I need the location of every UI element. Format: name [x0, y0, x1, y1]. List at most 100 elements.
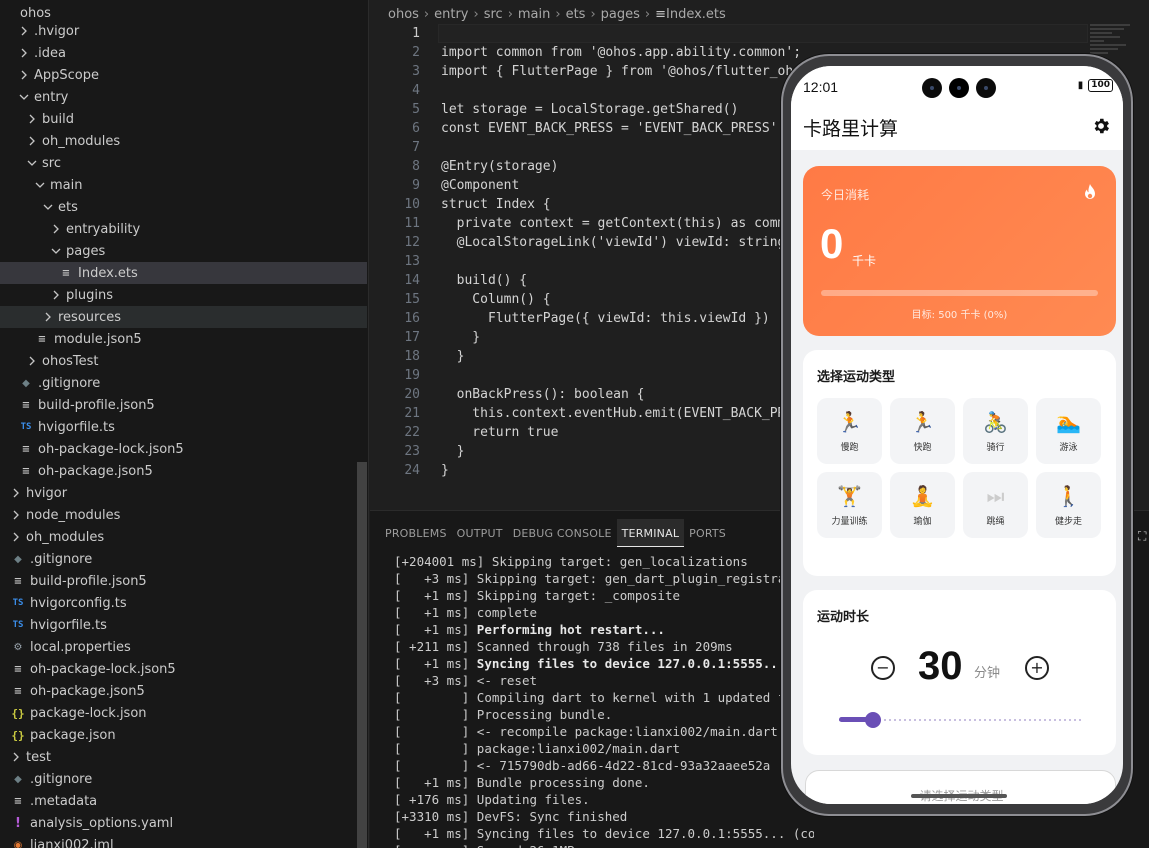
terminal-output[interactable]: [+204001 ms] Skipping target: gen_locali…	[394, 553, 814, 848]
explorer-item[interactable]: ≡ oh-package-lock.json5	[0, 438, 367, 460]
explorer-item[interactable]: oh_modules	[0, 526, 367, 548]
slider-thumb[interactable]	[864, 712, 881, 728]
line-number: 14	[404, 273, 420, 288]
exercise-type-tile[interactable]: ⏭ 跳绳	[963, 472, 1028, 538]
increase-duration-button[interactable]: +	[1025, 656, 1049, 680]
explorer-item[interactable]: entryability	[0, 218, 367, 240]
exercise-type-tile[interactable]: 🏊 游泳	[1036, 398, 1101, 464]
exercise-type-tile[interactable]: 🏋 力量训练	[817, 472, 882, 538]
exercise-type-label: 骑行	[986, 442, 1005, 453]
explorer-item[interactable]: ≡ oh-package.json5	[0, 460, 367, 482]
explorer-item[interactable]: ◆ .gitignore	[0, 548, 367, 570]
chevron-right-icon	[10, 482, 22, 504]
exercise-type-tile[interactable]: 🚶 健步走	[1036, 472, 1101, 538]
explorer-item[interactable]: ◉ lianxi002.iml	[0, 834, 367, 848]
tab-ports[interactable]: PORTS	[684, 519, 731, 547]
exercise-icon: 🚶	[1056, 483, 1081, 508]
start-button[interactable]: 请选择运动类型	[805, 770, 1116, 804]
explorer-item[interactable]: ⚙ local.properties	[0, 636, 367, 658]
code-line[interactable]	[441, 24, 861, 43]
gear-icon[interactable]	[1091, 116, 1111, 136]
breadcrumb-item[interactable]: Index.ets	[666, 7, 726, 22]
exercise-type-tile[interactable]: 🏃 慢跑	[817, 398, 882, 464]
tab-debug-console[interactable]: DEBUG CONSOLE	[508, 519, 617, 547]
chevron-right-icon	[42, 306, 54, 328]
explorer-item[interactable]: TS hvigorfile.ts	[0, 416, 367, 438]
exercise-type-tile[interactable]: 🏃 快跑	[890, 398, 955, 464]
breadcrumb-item[interactable]: ets	[566, 7, 586, 22]
explorer-item[interactable]: resources	[0, 306, 367, 328]
breadcrumb-item[interactable]: src	[484, 7, 503, 22]
app-title: 卡路里计算	[803, 118, 899, 140]
explorer-item[interactable]: ≡ .metadata	[0, 790, 367, 812]
explorer-item[interactable]: TS hvigorfile.ts	[0, 614, 367, 636]
explorer-item[interactable]: ! analysis_options.yaml	[0, 812, 367, 834]
chevron-right-icon	[18, 20, 30, 42]
breadcrumb-item[interactable]: main	[518, 7, 550, 22]
explorer-item-label: node_modules	[26, 507, 121, 523]
exercise-type-label: 瑜伽	[913, 516, 932, 527]
line-number: 7	[412, 140, 420, 155]
explorer-item[interactable]: AppScope	[0, 64, 367, 86]
explorer-item-label: oh-package.json5	[30, 683, 145, 699]
explorer-item[interactable]: hvigor	[0, 482, 367, 504]
explorer-item[interactable]: ≡ oh-package.json5	[0, 680, 367, 702]
explorer-item-label: package.json	[30, 727, 116, 743]
explorer-item[interactable]: src	[0, 152, 367, 174]
explorer-item[interactable]: ≡ module.json5	[0, 328, 367, 350]
explorer-item[interactable]: build	[0, 108, 367, 130]
file-icon: ≡	[655, 6, 667, 22]
status-bar: 12:01 ▮ 100	[791, 66, 1123, 110]
chevron-right-icon: ›	[644, 6, 651, 22]
explorer-item[interactable]: ◆ .gitignore	[0, 372, 367, 394]
explorer-item-label: lianxi002.iml	[30, 837, 114, 848]
line-number: 23	[404, 444, 420, 459]
explorer-item[interactable]: node_modules	[0, 504, 367, 526]
sidebar-scrollbar[interactable]	[357, 462, 367, 848]
explorer-item[interactable]: oh_modules	[0, 130, 367, 152]
home-indicator[interactable]	[911, 794, 1007, 798]
duration-slider[interactable]	[839, 710, 1081, 730]
explorer-item[interactable]: {} package.json	[0, 724, 367, 746]
chevron-down-icon	[18, 86, 30, 108]
explorer-item[interactable]: TS hvigorconfig.ts	[0, 592, 367, 614]
maximize-panel-icon[interactable]: ⛶	[1138, 529, 1146, 544]
explorer-item[interactable]: ≡ Index.ets	[0, 262, 367, 284]
decrease-duration-button[interactable]: −	[871, 656, 895, 680]
camera-icon	[922, 78, 942, 98]
explorer-item-label: build-profile.json5	[30, 573, 147, 589]
explorer-item[interactable]: plugins	[0, 284, 367, 306]
breadcrumb-item[interactable]: pages	[601, 7, 640, 22]
explorer-item[interactable]: .idea	[0, 42, 367, 64]
git-file-icon: ◆	[14, 773, 22, 785]
explorer-item[interactable]: test	[0, 746, 367, 768]
phone-screen: 12:01 ▮ 100 卡路里计算 今日消耗 0 千卡 目标: 500 千卡 (…	[791, 66, 1123, 804]
explorer-item[interactable]: pages	[0, 240, 367, 262]
explorer-item-label: hvigorfile.ts	[30, 617, 107, 633]
tab-terminal[interactable]: TERMINAL	[616, 519, 685, 547]
explorer-item[interactable]: main	[0, 174, 367, 196]
explorer-item[interactable]: .hvigor	[0, 20, 367, 42]
tab-problems[interactable]: PROBLEMS	[380, 519, 452, 547]
code-line[interactable]: import common from '@ohos.app.ability.co…	[441, 43, 861, 62]
line-number: 24	[404, 463, 420, 478]
chevron-down-icon	[26, 152, 38, 174]
explorer-item[interactable]: ≡ build-profile.json5	[0, 394, 367, 416]
rss-file-icon: ◉	[13, 839, 23, 848]
explorer-item[interactable]: ohosTest	[0, 350, 367, 372]
explorer-item[interactable]: {} package-lock.json	[0, 702, 367, 724]
explorer-item[interactable]: ets	[0, 196, 367, 218]
line-number: 11	[404, 216, 420, 231]
breadcrumb-item[interactable]: ohos	[388, 7, 419, 22]
explorer-item[interactable]: ≡ oh-package-lock.json5	[0, 658, 367, 680]
terminal-line: [ +1 ms] Bundle processing done.	[394, 775, 650, 790]
terminal-line: [ +1 ms] Syncing files to device 127.0.0…	[394, 656, 786, 671]
explorer-item[interactable]: entry	[0, 86, 367, 108]
exercise-type-tile[interactable]: 🚴 骑行	[963, 398, 1028, 464]
tab-output[interactable]: OUTPUT	[452, 519, 508, 547]
exercise-type-card: 选择运动类型 🏃 慢跑 🏃 快跑 🚴 骑行 🏊 游泳 🏋 力量训练 🧘 瑜伽 ⏭ 跳绳 🚶 健步走	[803, 350, 1116, 576]
exercise-type-tile[interactable]: 🧘 瑜伽	[890, 472, 955, 538]
explorer-item[interactable]: ≡ build-profile.json5	[0, 570, 367, 592]
explorer-item[interactable]: ◆ .gitignore	[0, 768, 367, 790]
breadcrumb-item[interactable]: entry	[434, 7, 468, 22]
